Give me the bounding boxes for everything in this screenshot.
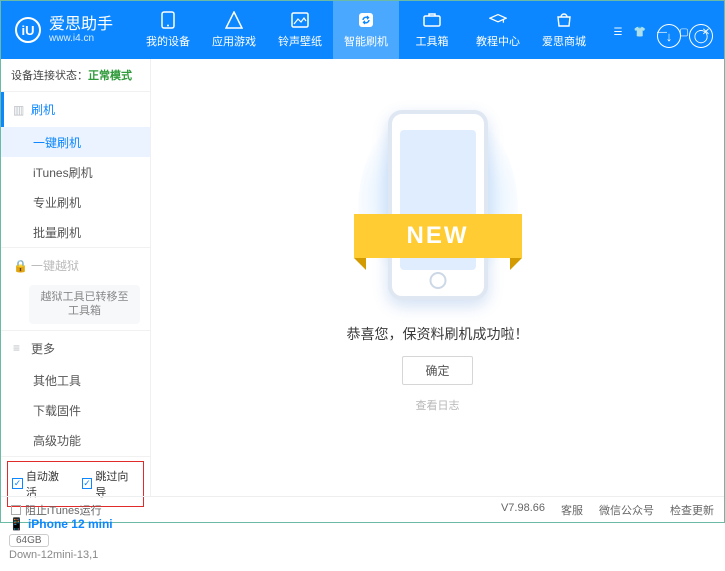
skin-icon[interactable]: 👕 bbox=[632, 25, 648, 39]
wallpaper-icon bbox=[291, 11, 309, 29]
sidebar-item-batch-flash[interactable]: 批量刷机 bbox=[1, 217, 150, 247]
nav-tutorials[interactable]: 教程中心 bbox=[465, 1, 531, 59]
nav-my-device[interactable]: 我的设备 bbox=[135, 1, 201, 59]
tutorial-icon bbox=[489, 11, 507, 29]
device-subtitle: Down-12mini-13,1 bbox=[9, 549, 142, 561]
menu-icon: ≡ bbox=[13, 341, 25, 355]
group-flash[interactable]: ▥ 刷机 bbox=[1, 92, 150, 127]
sidebar-item-pro-flash[interactable]: 专业刷机 bbox=[1, 187, 150, 217]
checkbox-auto-activate[interactable]: ✓ 自动激活 bbox=[12, 468, 70, 500]
store-icon bbox=[555, 11, 573, 29]
lock-icon: 🔒 bbox=[13, 259, 25, 273]
status-value: 正常模式 bbox=[88, 70, 132, 82]
device-icon bbox=[159, 11, 177, 29]
group-more[interactable]: ≡ 更多 bbox=[1, 331, 150, 366]
device-storage: 64GB bbox=[9, 534, 49, 547]
connection-status: 设备连接状态：正常模式 bbox=[1, 59, 150, 92]
jailbreak-note: 越狱工具已转移至工具箱 bbox=[29, 285, 140, 324]
logo-icon: iU bbox=[15, 17, 41, 43]
flash-icon: ▥ bbox=[13, 103, 25, 117]
sidebar-item-download-firmware[interactable]: 下载固件 bbox=[1, 396, 150, 426]
group-label: 更多 bbox=[31, 340, 55, 357]
group-jailbreak[interactable]: 🔒 一键越狱 bbox=[1, 248, 150, 283]
success-illustration: NEW bbox=[368, 110, 508, 310]
app-name: 爱思助手 bbox=[49, 16, 113, 34]
checkbox-skip-guide[interactable]: ✓ 跳过向导 bbox=[82, 468, 140, 500]
checkbox-block-itunes[interactable]: 阻止iTunes运行 bbox=[11, 502, 102, 518]
ok-button[interactable]: 确定 bbox=[402, 356, 472, 385]
apps-icon bbox=[225, 11, 243, 29]
nav-label: 智能刷机 bbox=[344, 33, 388, 49]
nav-apps[interactable]: 应用游戏 bbox=[201, 1, 267, 59]
customer-service-link[interactable]: 客服 bbox=[561, 502, 583, 518]
group-label: 一键越狱 bbox=[31, 257, 79, 274]
app-url: www.i4.cn bbox=[49, 33, 113, 44]
nav-label: 爱思商城 bbox=[542, 33, 586, 49]
statusbar: 阻止iTunes运行 V7.98.66 客服 微信公众号 检查更新 bbox=[1, 496, 724, 522]
check-icon: ✓ bbox=[12, 478, 23, 489]
wechat-link[interactable]: 微信公众号 bbox=[599, 502, 654, 518]
new-ribbon: NEW bbox=[354, 214, 522, 258]
download-button[interactable]: ↓ bbox=[657, 24, 681, 48]
toolbox-icon bbox=[423, 11, 441, 29]
version-label: V7.98.66 bbox=[501, 502, 545, 518]
nav-label: 我的设备 bbox=[146, 33, 190, 49]
sidebar-item-oneclick-flash[interactable]: 一键刷机 bbox=[1, 127, 150, 157]
success-message: 恭喜您，保资料刷机成功啦！ bbox=[347, 324, 529, 344]
nav-smart-flash[interactable]: 智能刷机 bbox=[333, 1, 399, 59]
nav-label: 应用游戏 bbox=[212, 33, 256, 49]
checkbox-label: 自动激活 bbox=[26, 468, 70, 500]
app-logo: iU 爱思助手 www.i4.cn bbox=[1, 16, 123, 45]
titlebar: iU 爱思助手 www.i4.cn 我的设备 应用游戏 铃声壁纸 智能刷机 bbox=[1, 1, 724, 59]
main-content: NEW 恭喜您，保资料刷机成功啦！ 确定 查看日志 bbox=[151, 59, 724, 496]
nav-ringtone[interactable]: 铃声壁纸 bbox=[267, 1, 333, 59]
checkbox-icon bbox=[11, 505, 21, 515]
check-icon: ✓ bbox=[82, 478, 93, 489]
nav-toolbox[interactable]: 工具箱 bbox=[399, 1, 465, 59]
checkbox-label: 跳过向导 bbox=[95, 468, 139, 500]
sidebar: 设备连接状态：正常模式 ▥ 刷机 一键刷机 iTunes刷机 专业刷机 批量刷机… bbox=[1, 59, 151, 496]
nav-label: 教程中心 bbox=[476, 33, 520, 49]
refresh-icon bbox=[357, 11, 375, 29]
sidebar-item-advanced[interactable]: 高级功能 bbox=[1, 426, 150, 456]
check-update-link[interactable]: 检查更新 bbox=[670, 502, 714, 518]
sidebar-item-other-tools[interactable]: 其他工具 bbox=[1, 366, 150, 396]
status-prefix: 设备连接状态： bbox=[11, 70, 88, 82]
nav-label: 铃声壁纸 bbox=[278, 33, 322, 49]
settings-icon[interactable]: ☰ bbox=[610, 25, 626, 39]
view-log-link[interactable]: 查看日志 bbox=[416, 397, 460, 413]
nav-label: 工具箱 bbox=[416, 33, 449, 49]
group-label: 刷机 bbox=[31, 101, 55, 118]
sidebar-item-itunes-flash[interactable]: iTunes刷机 bbox=[1, 157, 150, 187]
main-nav: 我的设备 应用游戏 铃声壁纸 智能刷机 工具箱 教程中心 bbox=[135, 1, 597, 59]
nav-store[interactable]: 爱思商城 bbox=[531, 1, 597, 59]
account-button[interactable]: ◯ bbox=[689, 24, 713, 48]
